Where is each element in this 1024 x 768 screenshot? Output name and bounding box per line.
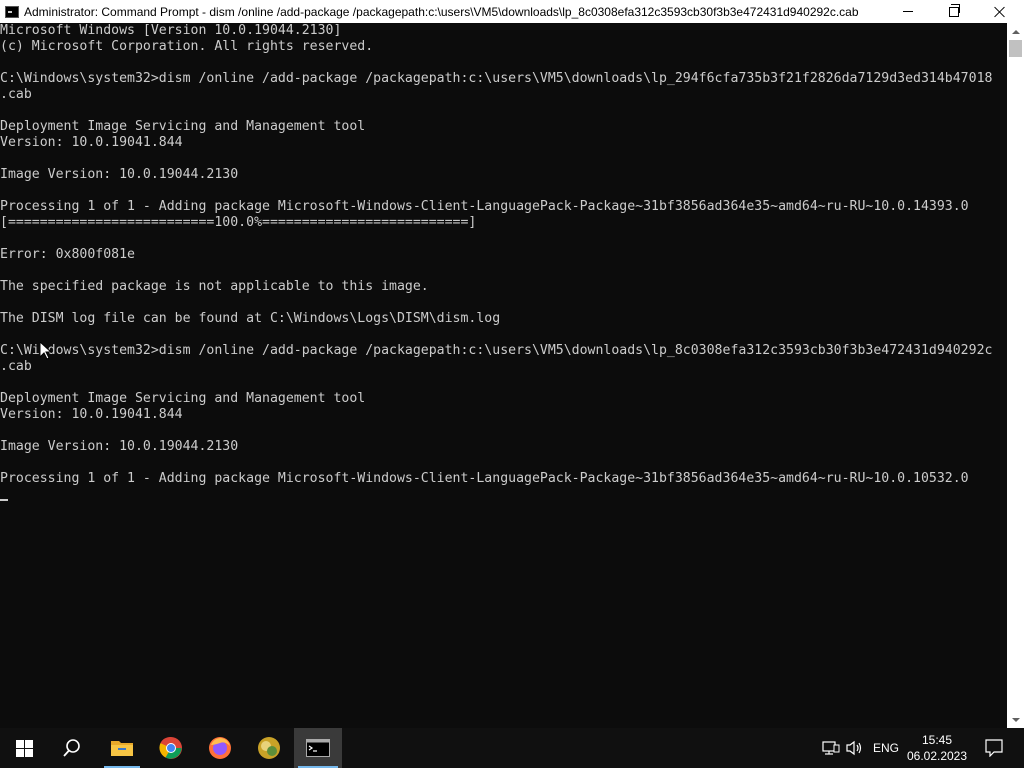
network-icon bbox=[822, 741, 840, 755]
windows-start-icon bbox=[15, 739, 33, 757]
clock-date: 06.02.2023 bbox=[906, 749, 968, 763]
close-icon bbox=[994, 6, 1006, 18]
language-indicator[interactable]: ENG bbox=[868, 728, 904, 768]
console-line: Microsoft Windows [Version 10.0.19044.21… bbox=[0, 23, 342, 38]
notification-center-button[interactable] bbox=[974, 728, 1014, 768]
tray-network[interactable] bbox=[820, 728, 842, 768]
console-line: Processing 1 of 1 - Adding package Micro… bbox=[0, 199, 969, 214]
console-line: Version: 10.0.19041.844 bbox=[0, 407, 183, 422]
console-line: (c) Microsoft Corporation. All rights re… bbox=[0, 39, 374, 54]
restore-button[interactable] bbox=[931, 0, 977, 23]
close-button[interactable] bbox=[977, 0, 1023, 23]
console-line: Version: 10.0.19041.844 bbox=[0, 135, 183, 150]
tray-volume[interactable] bbox=[844, 728, 866, 768]
console-lines: Microsoft Windows [Version 10.0.19044.21… bbox=[0, 23, 1007, 487]
cmd-icon[interactable] bbox=[5, 5, 19, 18]
console-line: C:\Windows\system32>dism /online /add-pa… bbox=[0, 71, 993, 86]
console-line: The DISM log file can be found at C:\Win… bbox=[0, 311, 501, 326]
start-button[interactable] bbox=[0, 728, 48, 768]
vertical-scrollbar[interactable] bbox=[1007, 23, 1024, 728]
console-output[interactable]: Microsoft Windows [Version 10.0.19044.21… bbox=[0, 23, 1007, 728]
file-explorer-icon bbox=[111, 741, 133, 756]
console-line: .cab bbox=[0, 359, 32, 374]
console-line: .cab bbox=[0, 87, 32, 102]
minimize-button[interactable] bbox=[885, 0, 931, 23]
console-line: Image Version: 10.0.19044.2130 bbox=[0, 167, 239, 182]
taskbar-chrome[interactable] bbox=[147, 728, 195, 768]
console-line: [==========================100.0%=======… bbox=[0, 215, 477, 230]
console-line: Processing 1 of 1 - Adding package Micro… bbox=[0, 471, 969, 486]
clock-time: 15:45 bbox=[921, 733, 953, 747]
arrow-up-icon bbox=[1011, 29, 1020, 34]
minimize-icon bbox=[903, 11, 913, 12]
scrollbar-thumb[interactable] bbox=[1009, 40, 1022, 57]
taskbar: ENG 15:45 06.02.2023 bbox=[0, 728, 1024, 768]
restore-icon bbox=[949, 3, 960, 17]
console-line: C:\Windows\system32>dism /online /add-pa… bbox=[0, 343, 993, 358]
clock[interactable]: 15:45 06.02.2023 bbox=[904, 728, 970, 768]
taskbar-file-explorer[interactable] bbox=[98, 728, 146, 768]
window-title: Administrator: Command Prompt - dism /on… bbox=[24, 4, 859, 19]
scroll-down-button[interactable] bbox=[1007, 711, 1024, 728]
console-line: The specified package is not applicable … bbox=[0, 279, 429, 294]
text-cursor bbox=[0, 499, 8, 501]
command-prompt-icon bbox=[306, 739, 330, 757]
title-bar[interactable]: Administrator: Command Prompt - dism /on… bbox=[0, 0, 1024, 23]
console-line: Error: 0x800f081e bbox=[0, 247, 135, 262]
console-line: Image Version: 10.0.19044.2130 bbox=[0, 439, 239, 454]
taskbar-firefox[interactable] bbox=[196, 728, 244, 768]
search-button[interactable] bbox=[48, 728, 96, 768]
console-line: Deployment Image Servicing and Managemen… bbox=[0, 119, 366, 134]
chrome-icon bbox=[159, 736, 182, 759]
mouse-pointer-icon bbox=[40, 342, 52, 360]
volume-icon bbox=[846, 740, 862, 756]
firefox-icon bbox=[209, 737, 231, 759]
taskbar-command-prompt[interactable] bbox=[294, 728, 342, 768]
arrow-down-icon bbox=[1011, 717, 1020, 722]
app-icon bbox=[258, 737, 280, 759]
search-icon bbox=[63, 739, 80, 757]
console-line: Deployment Image Servicing and Managemen… bbox=[0, 391, 366, 406]
notification-icon bbox=[985, 739, 1003, 757]
taskbar-app[interactable] bbox=[245, 728, 293, 768]
scroll-up-button[interactable] bbox=[1007, 23, 1024, 40]
